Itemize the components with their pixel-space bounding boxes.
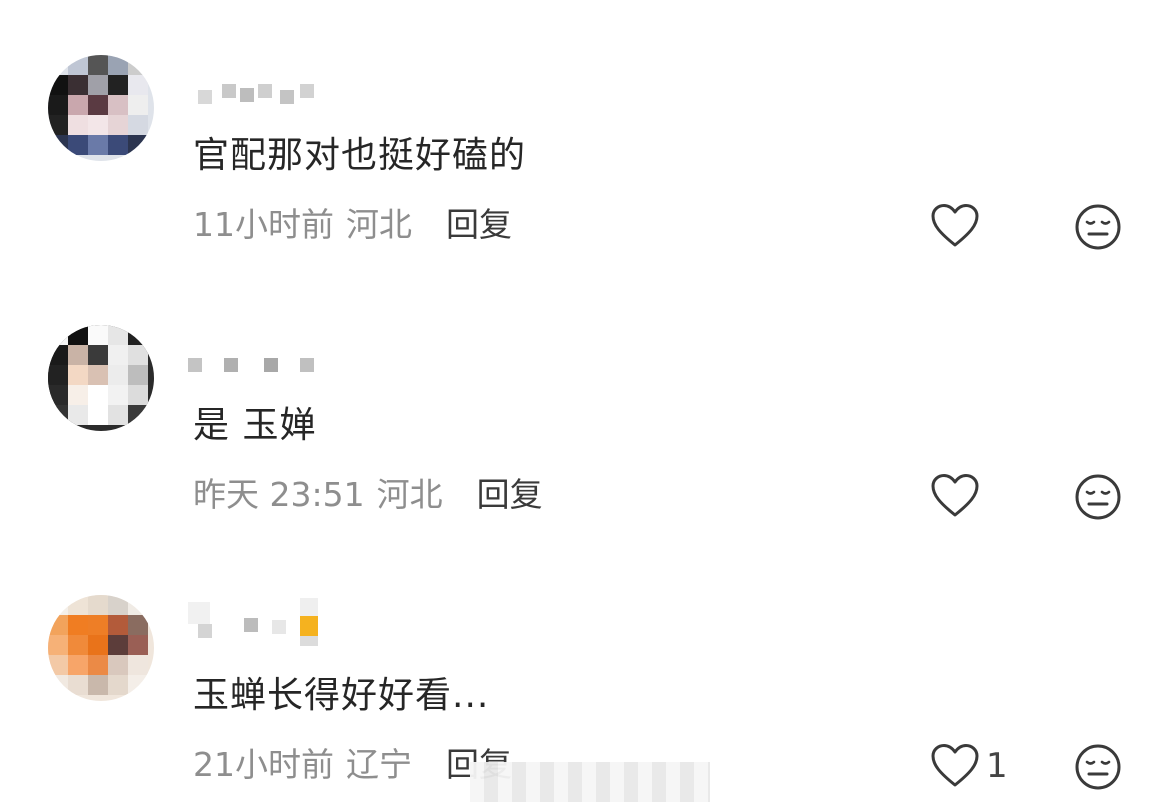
comment-item: 是 玉婵 昨天 23:51 河北 回复 <box>0 270 1169 530</box>
comment-item: 玉蝉长得好好看... 21小时前辽宁回复 1 <box>0 540 1169 800</box>
comment-text: 是 玉婵 <box>193 405 317 446</box>
heart-outline-icon <box>931 744 979 787</box>
mosaic-overlay <box>470 762 710 802</box>
heart-outline-icon <box>931 474 979 517</box>
like-count: 1 <box>986 746 1008 786</box>
reply-button[interactable]: 回复 <box>477 475 543 515</box>
avatar[interactable] <box>48 55 154 161</box>
comment-time: 11小时前 <box>193 205 334 244</box>
comment-time: 昨天 23:51 <box>193 475 365 514</box>
comment-location: 河北 <box>346 205 412 244</box>
meh-face-icon <box>1075 744 1121 790</box>
dislike-button[interactable] <box>1074 743 1122 791</box>
comment-meta: 昨天 23:51 河北 回复 <box>193 475 543 515</box>
comment-item: 官配那对也挺好磕的 11小时前 河北 回复 <box>0 0 1169 260</box>
comment-meta: 21小时前辽宁回复 <box>193 745 512 785</box>
avatar[interactable] <box>48 325 154 431</box>
reply-button[interactable]: 回复 <box>446 205 512 245</box>
dislike-button[interactable] <box>1074 203 1122 251</box>
username-redacted[interactable] <box>188 598 348 646</box>
comment-location: 河北 <box>376 475 443 514</box>
comment-meta: 11小时前 河北 回复 <box>193 205 512 245</box>
dislike-button[interactable] <box>1074 473 1122 521</box>
comment-location: 辽宁 <box>346 745 412 784</box>
meh-face-icon <box>1075 474 1121 520</box>
username-redacted[interactable] <box>188 350 348 390</box>
comment-text: 官配那对也挺好磕的 <box>193 135 527 176</box>
like-button[interactable] <box>930 470 986 522</box>
comment-text: 玉蝉长得好好看... <box>193 675 490 716</box>
like-button[interactable]: 1 <box>930 740 1008 792</box>
comment-time: 21小时前 <box>193 745 334 784</box>
username-redacted[interactable] <box>188 72 348 112</box>
avatar[interactable] <box>48 595 154 701</box>
like-button[interactable] <box>930 200 986 252</box>
meh-face-icon <box>1075 204 1121 250</box>
heart-outline-icon <box>931 204 979 247</box>
